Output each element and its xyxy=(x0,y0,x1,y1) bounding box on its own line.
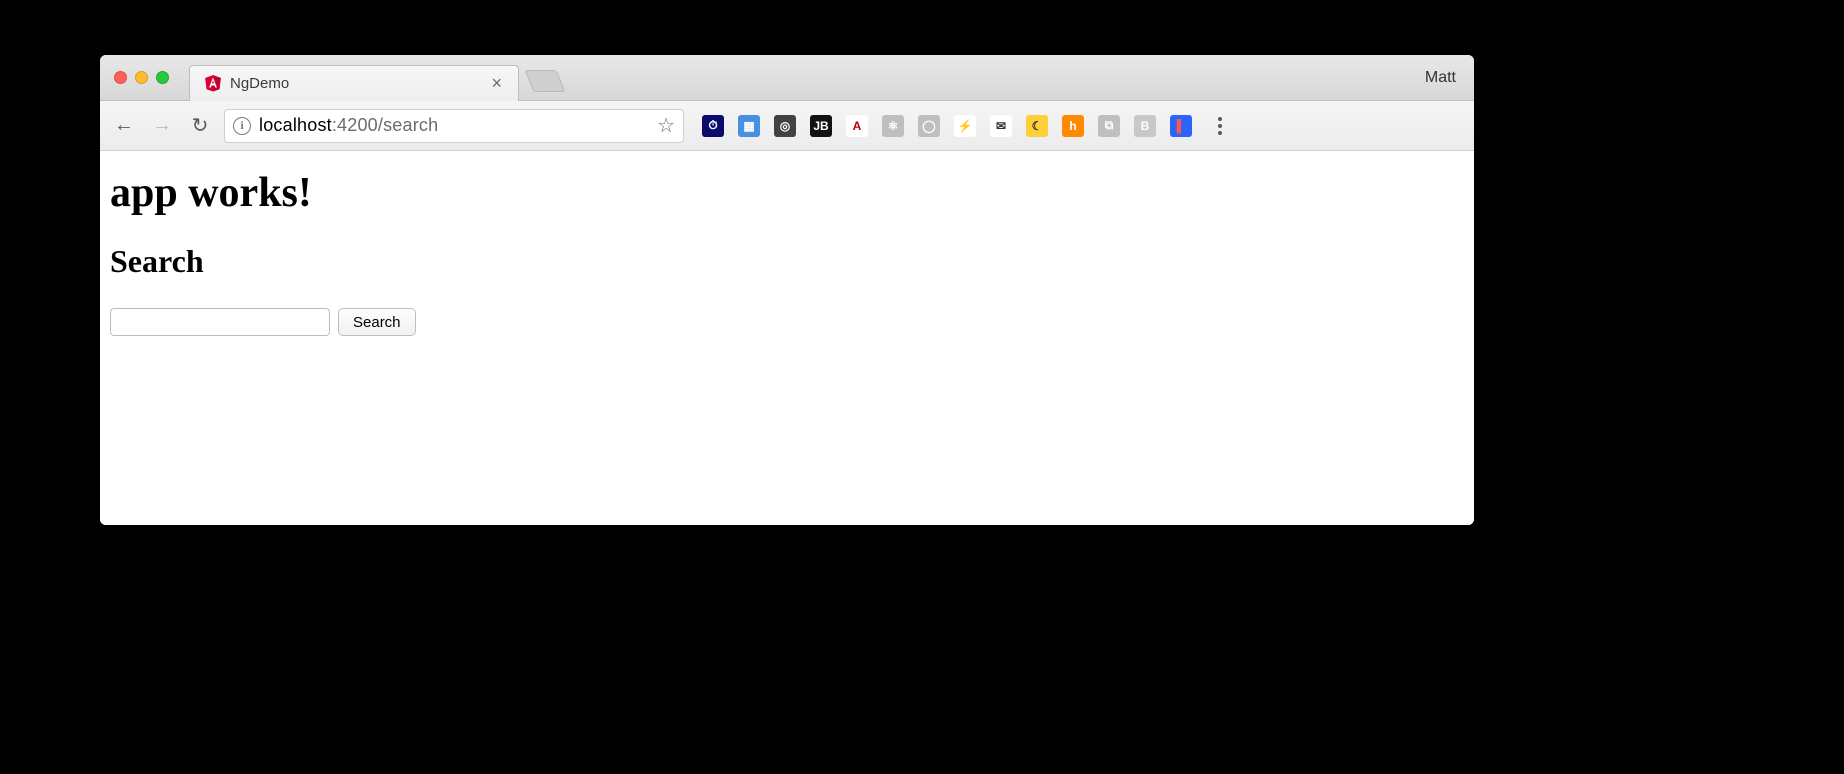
url-rest: :4200/search xyxy=(332,115,438,135)
back-button[interactable]: ← xyxy=(110,112,138,140)
tab-close-button[interactable]: × xyxy=(487,74,506,92)
window-close-button[interactable] xyxy=(114,71,127,84)
adblock-icon[interactable]: ◎ xyxy=(774,115,796,137)
browser-toolbar: ← → ↻ i localhost:4200/search ☆ ⏱ ▦ ◎ JB A ⚛ ◯… xyxy=(100,101,1474,151)
browser-menu-button[interactable] xyxy=(1208,117,1232,135)
browser-tab[interactable]: NgDemo × xyxy=(189,65,519,101)
url-host: localhost xyxy=(259,115,332,135)
pagespeed-icon[interactable]: ⏱ xyxy=(702,115,724,137)
lighthouse-icon[interactable]: ▌ xyxy=(1170,115,1192,137)
dev-tool-icon[interactable]: ▦ xyxy=(738,115,760,137)
video-icon[interactable]: ⧉ xyxy=(1098,115,1120,137)
mail-icon[interactable]: ✉ xyxy=(990,115,1012,137)
window-minimize-button[interactable] xyxy=(135,71,148,84)
page-viewport: app works! Search Search xyxy=(100,151,1474,525)
font-a-icon[interactable]: A xyxy=(846,115,868,137)
profile-name[interactable]: Matt xyxy=(1425,69,1464,87)
url-text: localhost:4200/search xyxy=(259,115,649,136)
address-bar[interactable]: i localhost:4200/search ☆ xyxy=(224,109,684,143)
search-form: Search xyxy=(110,308,1464,336)
bookmark-star-icon[interactable]: ☆ xyxy=(657,113,675,138)
new-tab-button[interactable] xyxy=(525,70,566,92)
jetbrains-icon[interactable]: JB xyxy=(810,115,832,137)
react-devtools-icon[interactable]: ⚛ xyxy=(882,115,904,137)
blogger-icon[interactable]: B xyxy=(1134,115,1156,137)
search-button[interactable]: Search xyxy=(338,308,416,336)
honey-icon[interactable]: h xyxy=(1062,115,1084,137)
angular-icon xyxy=(204,74,222,92)
tab-title: NgDemo xyxy=(230,75,487,92)
forward-button[interactable]: → xyxy=(148,112,176,140)
bolt-icon[interactable]: ⚡ xyxy=(954,115,976,137)
page-subheading: Search xyxy=(110,243,1464,280)
moon-icon[interactable]: ☾ xyxy=(1026,115,1048,137)
window-titlebar: NgDemo × Matt xyxy=(100,55,1474,101)
extension-icons: ⏱ ▦ ◎ JB A ⚛ ◯ ⚡ ✉ ☾ h ⧉ B ▌ xyxy=(702,115,1192,137)
window-zoom-button[interactable] xyxy=(156,71,169,84)
reload-button[interactable]: ↻ xyxy=(186,112,214,140)
page-heading: app works! xyxy=(110,169,1464,217)
browser-window: NgDemo × Matt ← → ↻ i localhost:4200/sea… xyxy=(100,55,1474,525)
search-input[interactable] xyxy=(110,308,330,336)
site-info-icon[interactable]: i xyxy=(233,117,251,135)
traffic-lights xyxy=(114,71,169,84)
greyscale-icon[interactable]: ◯ xyxy=(918,115,940,137)
